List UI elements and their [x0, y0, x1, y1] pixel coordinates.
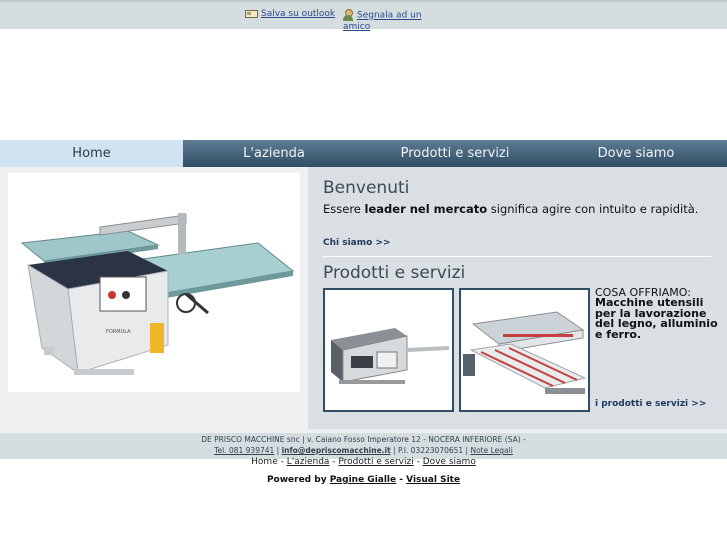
products-title: Prodotti e servizi	[323, 263, 466, 283]
nav-azienda[interactable]: L'azienda	[183, 140, 365, 167]
person-icon	[343, 9, 354, 21]
footer-nav: Home - L'azienda - Prodotti e servizi - …	[251, 457, 476, 467]
save-outlook-link[interactable]: Salva su outlook	[245, 9, 335, 20]
pagine-gialle-link[interactable]: Pagine Gialle	[330, 475, 396, 485]
top-bar: Salva su outlook Segnala ad un amico	[0, 0, 727, 32]
nav-home[interactable]: Home	[0, 140, 183, 167]
nav-prodotti[interactable]: Prodotti e servizi	[365, 140, 545, 167]
nav-dove-siamo[interactable]: Dove siamo	[545, 140, 727, 167]
phone-link[interactable]: Tel. 081 939741	[214, 446, 274, 455]
planer-machine-image: FORMULA	[8, 173, 300, 392]
chi-siamo-link[interactable]: Chi siamo >>	[323, 238, 391, 248]
prodotti-servizi-link[interactable]: i prodotti e servizi >>	[595, 399, 706, 409]
envelope-icon	[245, 9, 258, 18]
footer-info: DE PRISCO MACCHINE snc | v. Caiano Fosso…	[0, 433, 727, 459]
main-nav: Home L'azienda Prodotti e servizi Dove s…	[0, 140, 727, 167]
footer-nav-azienda[interactable]: L'azienda	[287, 457, 330, 467]
welcome-text: Essere leader nel mercato significa agir…	[323, 202, 699, 216]
visual-site-link[interactable]: Visual Site	[406, 475, 460, 485]
footer-contacts: Tel. 081 939741 | info@depriscomacchine.…	[214, 446, 513, 455]
legal-notes-link[interactable]: Note Legali	[470, 446, 512, 455]
product-thumb-panel-saw[interactable]	[459, 288, 590, 412]
powered-by: Powered by Pagine Gialle - Visual Site	[266, 475, 461, 485]
svg-text:FORMULA: FORMULA	[106, 329, 131, 335]
footer-nav-dove[interactable]: Dove siamo	[423, 457, 476, 467]
welcome-title: Benvenuti	[323, 178, 410, 198]
product-thumb-moulder[interactable]	[323, 288, 454, 412]
email-link[interactable]: info@depriscomacchine.it	[282, 446, 391, 455]
offer-text: Macchine utensili per la lavorazione del…	[595, 296, 718, 341]
footer-nav-home[interactable]: Home	[251, 457, 278, 467]
info-panel: Benvenuti Essere leader nel mercato sign…	[308, 167, 727, 429]
footer-nav-prodotti[interactable]: Prodotti e servizi	[338, 457, 413, 467]
recommend-friend-link[interactable]: Segnala ad un amico	[343, 9, 422, 33]
main-content: FORMULA Benvenuti Essere leader nel merc…	[0, 167, 727, 433]
footer-address: DE PRISCO MACCHINE snc | v. Caiano Fosso…	[201, 435, 526, 444]
section-divider	[323, 256, 712, 257]
